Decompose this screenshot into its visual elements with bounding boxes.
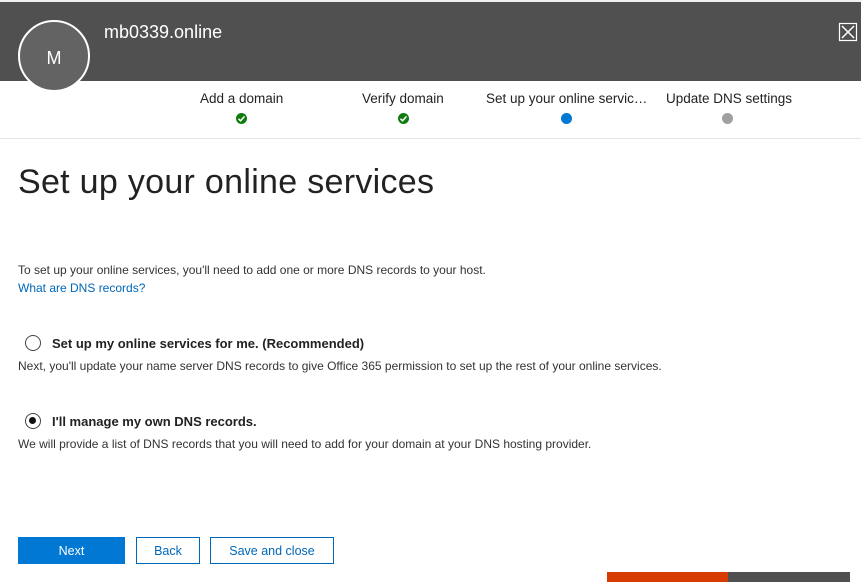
step-complete-check-icon	[398, 113, 409, 124]
radio-selected-dot-icon	[29, 417, 37, 425]
close-button[interactable]	[838, 22, 858, 42]
step-add-domain: Add a domain	[200, 91, 283, 106]
step-label: Set up your online servic…	[486, 91, 648, 106]
bottom-orange-strip	[607, 572, 728, 582]
radio-manage-own-dns[interactable]	[25, 413, 41, 429]
option-description: We will provide a list of DNS records th…	[18, 437, 592, 451]
step-complete-check-icon	[236, 113, 247, 124]
step-label: Add a domain	[200, 91, 284, 106]
header-top-line	[0, 0, 861, 2]
intro-text: To set up your online services, you'll n…	[18, 263, 486, 277]
option-label: I'll manage my own DNS records.	[52, 414, 257, 429]
close-icon	[838, 22, 858, 42]
bottom-dark-strip	[728, 572, 850, 582]
radio-setup-for-me[interactable]	[25, 335, 41, 351]
page-title: Set up your online services	[18, 163, 435, 201]
step-set-up-online-services: Set up your online servic…	[486, 91, 647, 106]
step-verify-domain: Verify domain	[362, 91, 444, 106]
panel-header: mb0339.online	[0, 0, 861, 81]
save-and-close-button[interactable]: Save and close	[210, 537, 334, 564]
step-current-dot-icon	[561, 113, 572, 124]
step-pending-dot-icon	[722, 113, 733, 124]
what-are-dns-records-link[interactable]: What are DNS records?	[18, 281, 145, 295]
progress-stepper: Add a domain Verify domain Set up your o…	[0, 81, 861, 139]
step-update-dns-settings: Update DNS settings	[666, 91, 792, 106]
step-label: Update DNS settings	[666, 91, 793, 106]
next-button[interactable]: Next	[18, 537, 125, 564]
option-label: Set up my online services for me. (Recom…	[52, 336, 365, 351]
site-name: mb0339.online	[104, 22, 223, 42]
back-button[interactable]: Back	[136, 537, 200, 564]
option-description: Next, you'll update your name server DNS…	[18, 359, 662, 373]
step-label: Verify domain	[362, 91, 444, 106]
